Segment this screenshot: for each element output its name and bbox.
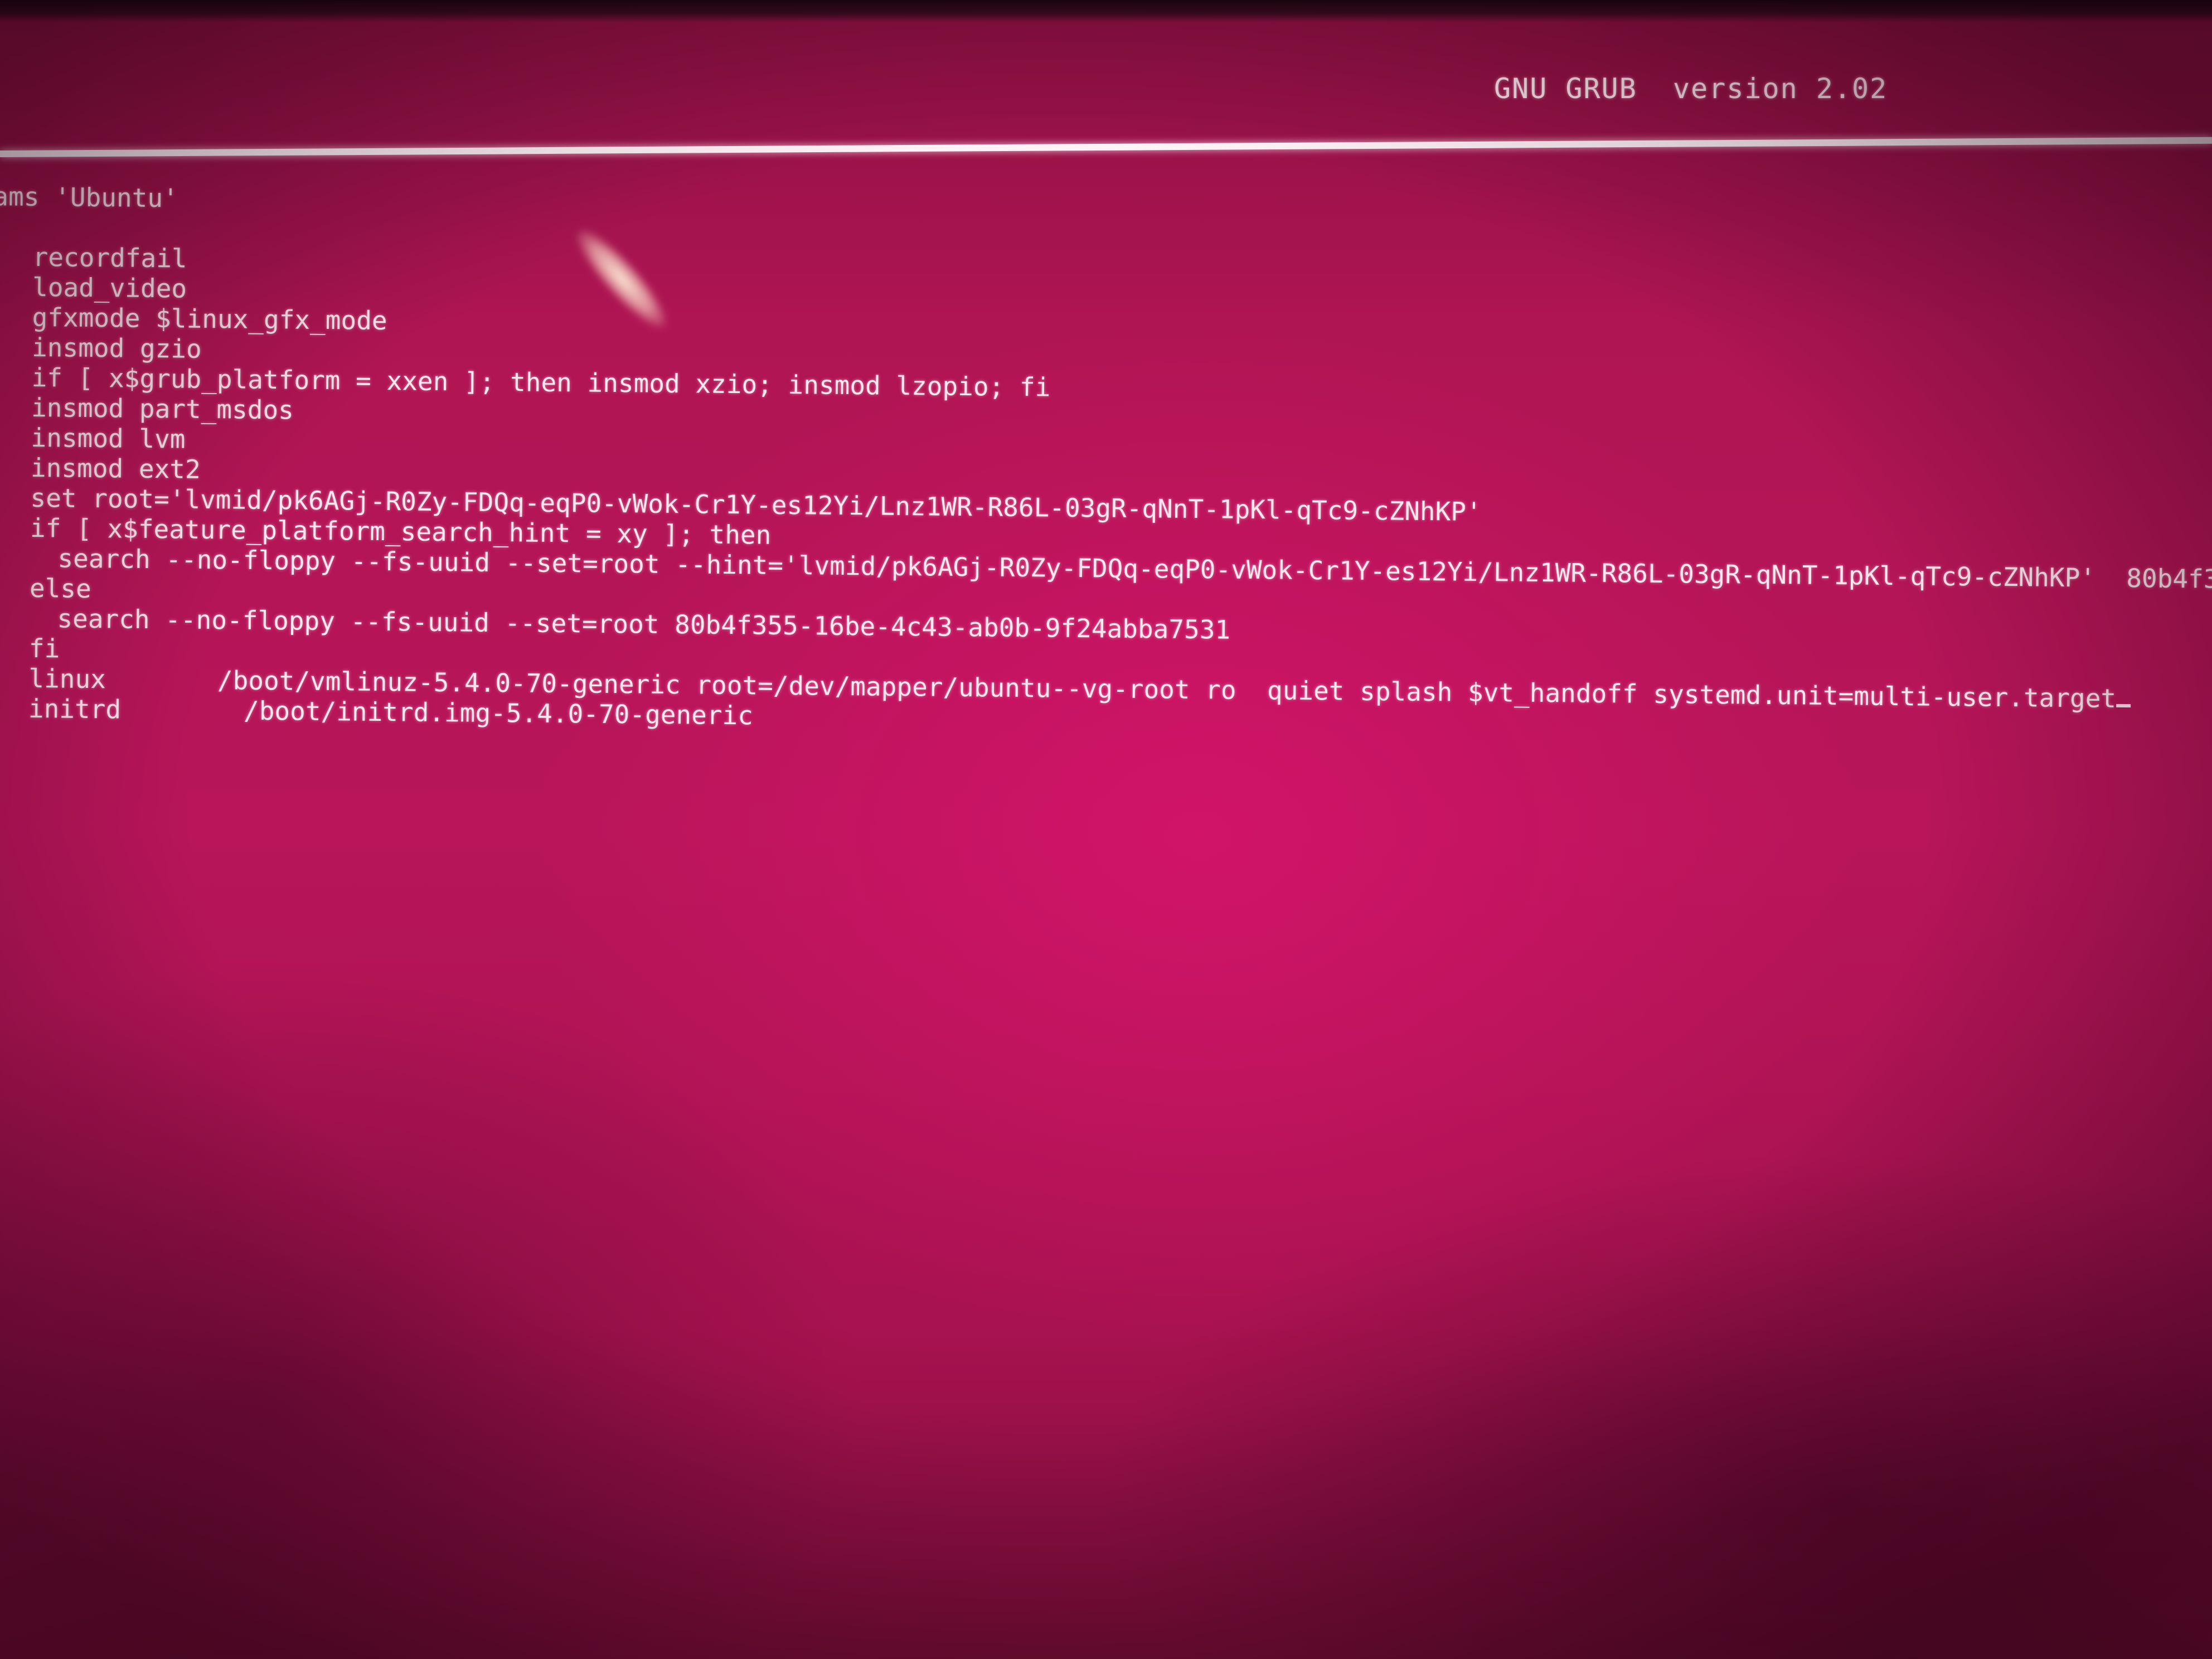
grub-version-header: GNU GRUB version 2.02: [1494, 72, 1888, 105]
header-divider: [0, 137, 2212, 157]
monitor-bezel: [0, 0, 2212, 22]
linux-keyword: linux: [28, 663, 106, 695]
initrd-keyword: initrd: [28, 693, 122, 725]
grub-screen: GNU GRUB version 2.02 rams 'Ubuntu' reco…: [0, 0, 2212, 1659]
text-cursor: [2116, 704, 2131, 708]
grub-edit-area[interactable]: rams 'Ubuntu' recordfail load_video gfxm…: [0, 181, 2212, 745]
initrd-args: /boot/initrd.img-5.4.0-70-generic: [243, 695, 754, 731]
